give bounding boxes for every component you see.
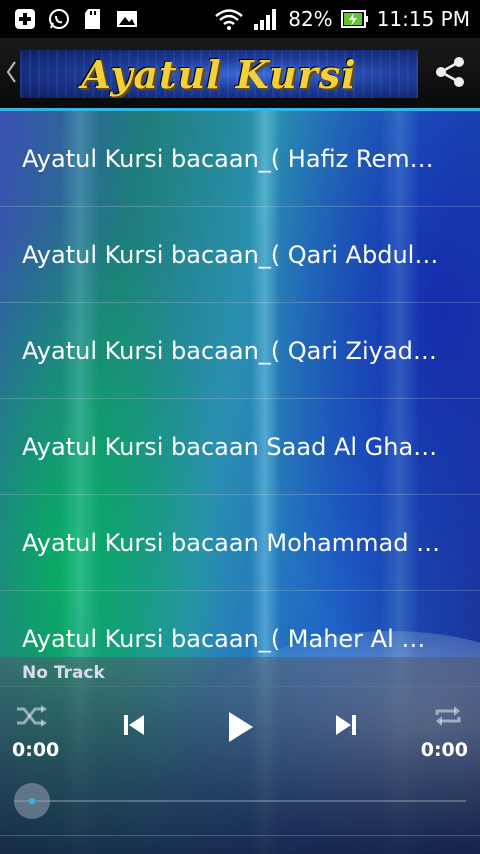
- action-bar: Ayatul Kursi: [0, 38, 480, 111]
- list-item[interactable]: Ayatul Kursi bacaan_( Hafiz Remadhan ): [0, 111, 480, 207]
- repeat-icon[interactable]: [430, 701, 466, 731]
- back-chevron-icon[interactable]: [4, 58, 18, 86]
- add-icon: [14, 8, 36, 30]
- seek-handle[interactable]: [14, 783, 50, 819]
- image-icon: [116, 8, 138, 30]
- next-icon[interactable]: [330, 709, 362, 741]
- banner-title: Ayatul Kursi: [81, 51, 357, 97]
- battery-percent: 82%: [288, 7, 333, 31]
- track-title: Ayatul Kursi bacaan_( Hafiz Remadhan ): [22, 144, 442, 173]
- track-list: Ayatul Kursi bacaan_( Hafiz Remadhan ) A…: [0, 111, 480, 687]
- battery-icon: [340, 8, 369, 30]
- track-title: Ayatul Kursi bacaan Saad Al Ghamdi: [22, 432, 442, 461]
- divider: [0, 835, 480, 836]
- signal-icon: [252, 8, 280, 30]
- whatsapp-icon: [48, 8, 70, 30]
- wifi-icon: [214, 8, 244, 30]
- seek-bar[interactable]: [14, 800, 466, 802]
- app-banner: Ayatul Kursi: [20, 50, 418, 98]
- sd-card-icon: [82, 8, 104, 30]
- track-title: Ayatul Kursi bacaan_( Qari Ziyad Patel ): [22, 336, 442, 365]
- list-item[interactable]: Ayatul Kursi bacaan_( Qari Abdul Basit ): [0, 207, 480, 303]
- shuffle-icon[interactable]: [14, 701, 50, 731]
- track-title: Ayatul Kursi bacaan_( Maher Al Muaiqly ): [22, 624, 442, 653]
- player-panel: No Track 0:00 0:00: [0, 657, 480, 854]
- track-title: Ayatul Kursi bacaan_( Qari Abdul Basit ): [22, 240, 442, 269]
- clock: 11:15 PM: [376, 7, 470, 31]
- track-title: Ayatul Kursi bacaan Mohammad Ayyub: [22, 528, 442, 557]
- now-playing-label: No Track: [22, 663, 105, 683]
- play-icon[interactable]: [220, 707, 260, 747]
- share-icon[interactable]: [432, 54, 468, 90]
- status-bar: 82% 11:15 PM: [0, 0, 480, 38]
- elapsed-time: 0:00: [12, 739, 60, 761]
- total-time: 0:00: [420, 739, 468, 761]
- previous-icon[interactable]: [118, 709, 150, 741]
- list-item[interactable]: Ayatul Kursi bacaan Mohammad Ayyub: [0, 495, 480, 591]
- seek-dot: [29, 798, 35, 804]
- list-item[interactable]: Ayatul Kursi bacaan_( Qari Ziyad Patel ): [0, 303, 480, 399]
- list-item[interactable]: Ayatul Kursi bacaan Saad Al Ghamdi: [0, 399, 480, 495]
